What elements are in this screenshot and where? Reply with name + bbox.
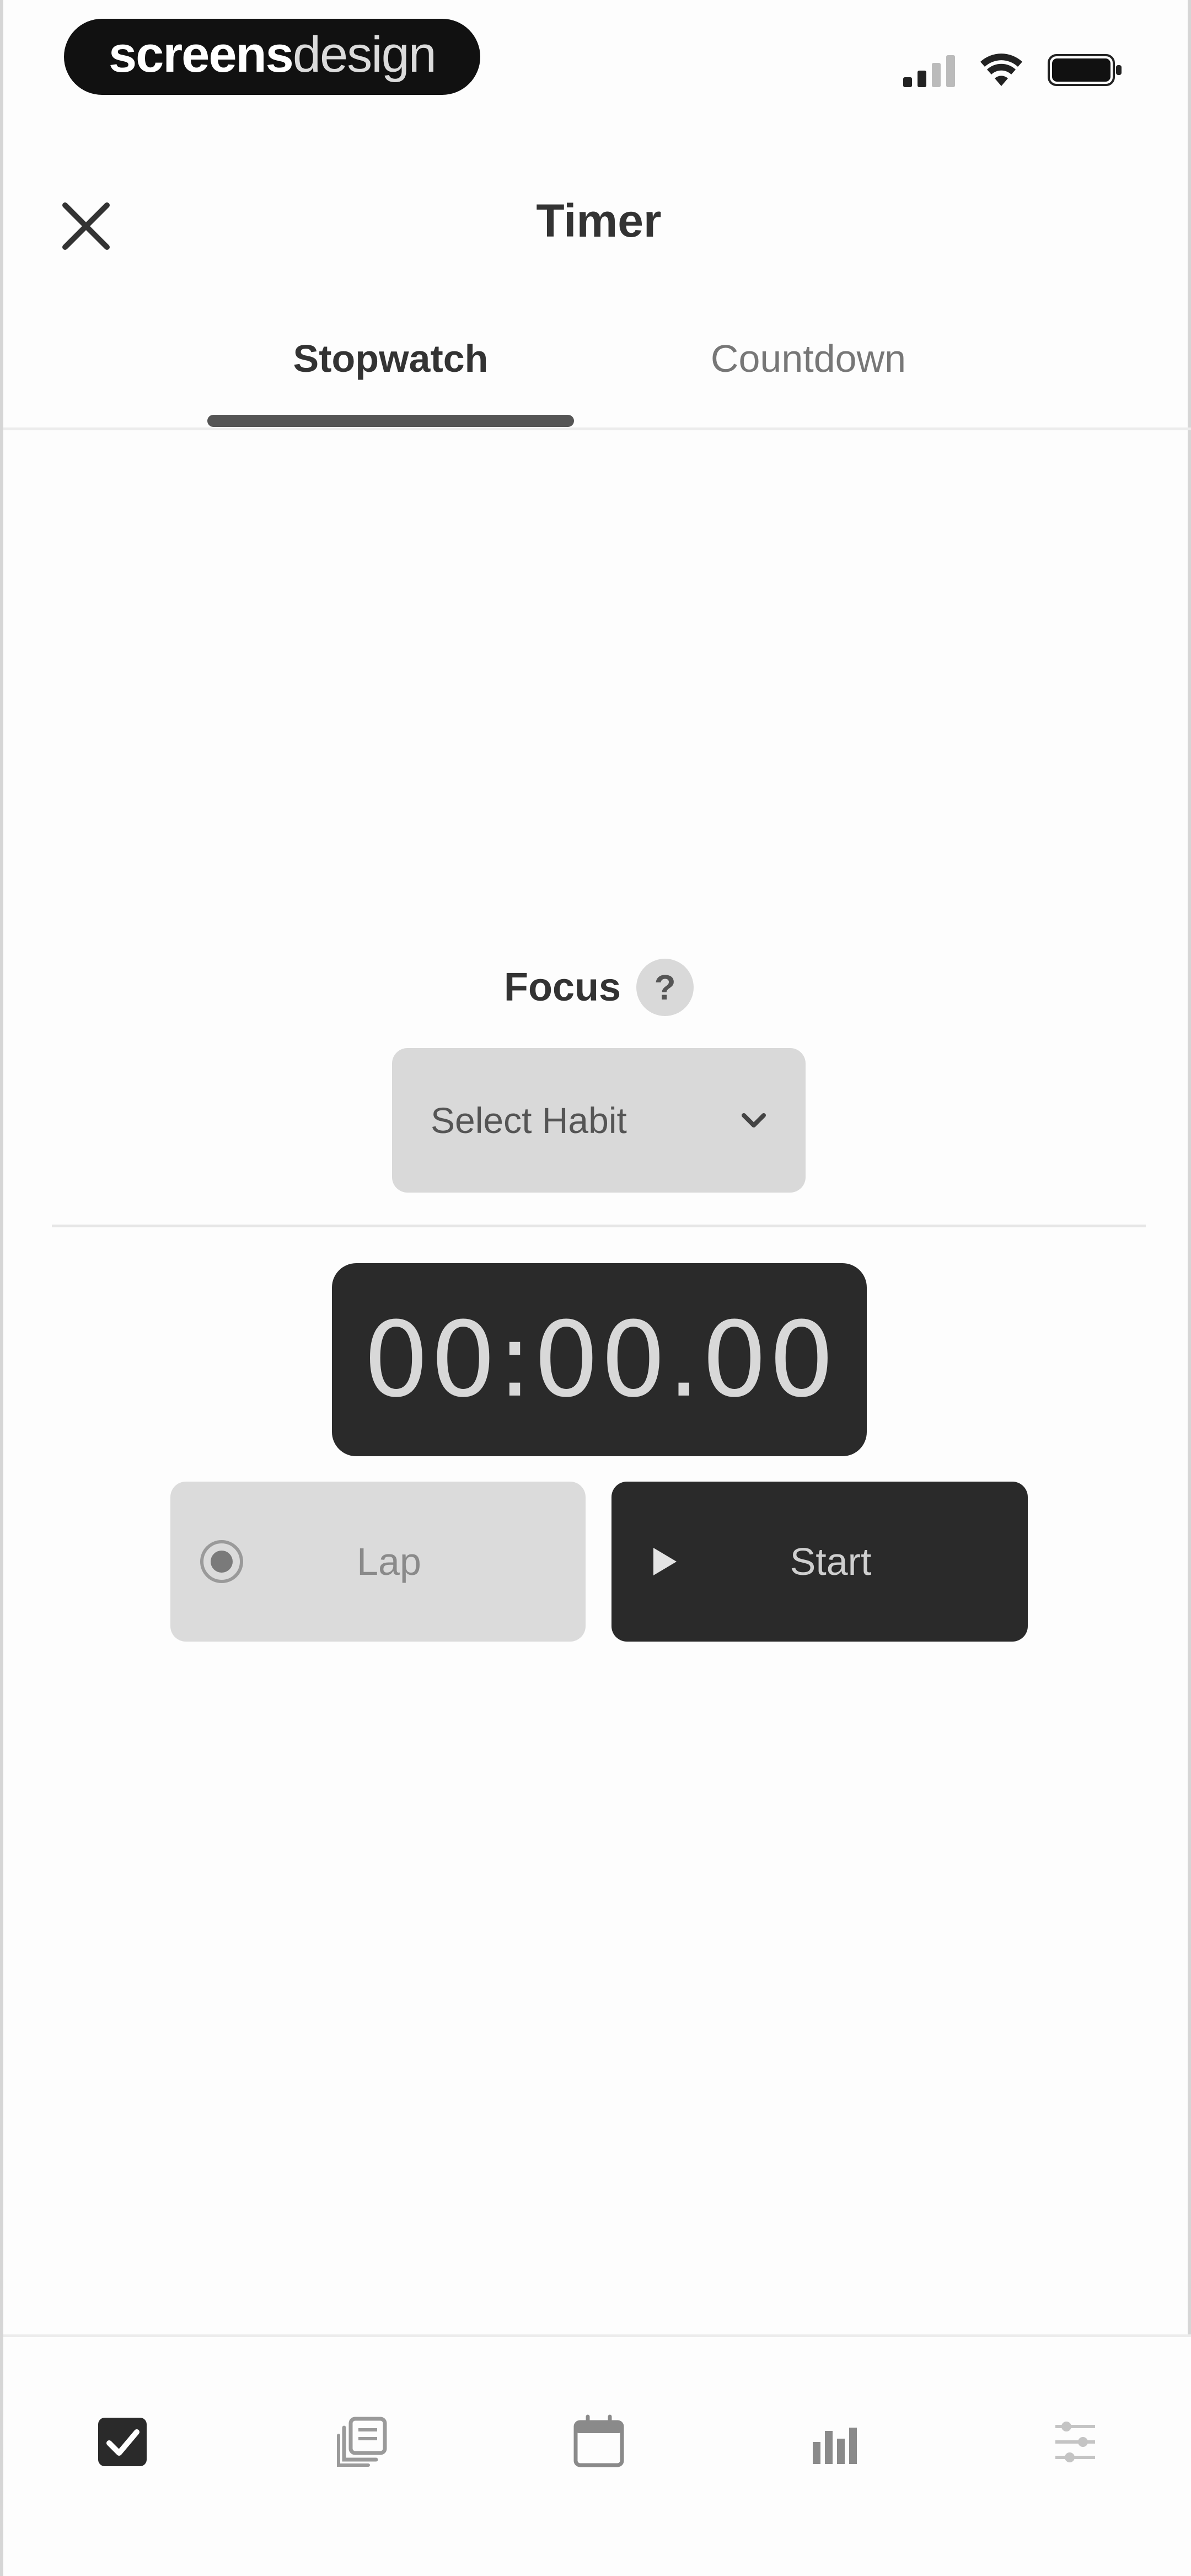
nav-item-habits[interactable] (78, 2398, 167, 2486)
play-icon (638, 1537, 688, 1586)
header: Timer (3, 165, 1191, 287)
phone-screen: screens design Timer Stopwatch Countdown… (0, 0, 1191, 2576)
stats-icon (813, 2428, 857, 2464)
help-icon[interactable]: ? (636, 959, 694, 1016)
battery-icon (1048, 53, 1123, 87)
chevron-down-icon (742, 1113, 766, 1127)
status-icons (903, 53, 1123, 87)
brand-text-light: design (292, 26, 437, 83)
page-title: Timer (536, 195, 662, 247)
lap-record-icon (197, 1537, 246, 1586)
calendar-icon (573, 2414, 624, 2467)
nav-item-settings[interactable] (1031, 2398, 1119, 2486)
lap-button[interactable]: Lap (170, 1482, 586, 1642)
brand-text-bold: screens (109, 26, 294, 83)
tab-countdown[interactable]: Countdown (626, 336, 990, 425)
status-bar: screens design (3, 0, 1191, 121)
nav-item-library[interactable] (318, 2398, 406, 2486)
nav-item-calendar[interactable] (555, 2398, 643, 2486)
nav-item-stats[interactable] (792, 2398, 880, 2486)
brand-badge: screens design (64, 19, 480, 95)
section-divider (52, 1225, 1146, 1227)
tab-stopwatch[interactable]: Stopwatch (207, 336, 574, 425)
bottom-nav (3, 2334, 1191, 2576)
tab-bar: Stopwatch Countdown (3, 320, 1191, 430)
timer-display: 00:00.00 (332, 1263, 867, 1456)
stack-icon (337, 2417, 387, 2467)
signal-icon (903, 54, 955, 87)
start-button[interactable]: Start (611, 1482, 1028, 1642)
checkbox-icon (98, 2418, 147, 2466)
focus-label: Focus (503, 965, 621, 1009)
active-tab-indicator (207, 415, 574, 427)
wifi-icon (979, 53, 1023, 87)
settings-grid-icon (1055, 2422, 1095, 2462)
timer-value: 00:00.00 (363, 1299, 836, 1420)
habit-select[interactable]: Select Habit (392, 1048, 806, 1193)
focus-row: Focus ? (3, 949, 1191, 1026)
habit-select-value: Select Habit (431, 1100, 627, 1141)
